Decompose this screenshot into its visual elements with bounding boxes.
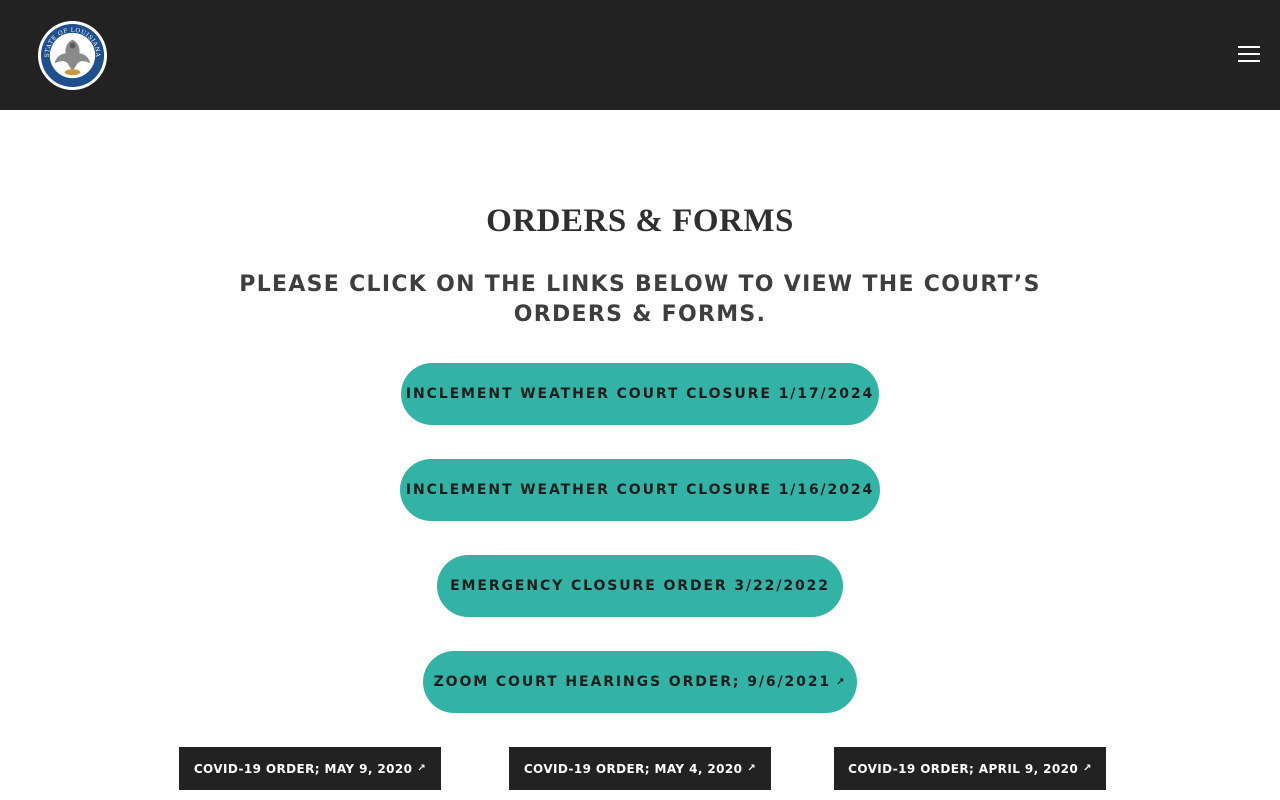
inclement-weather-closure-2024-01-17-link[interactable]: INCLEMENT WEATHER COURT CLOSURE 1/17/202… [401, 363, 879, 425]
covid-order-may-9-2020-link[interactable]: COVID-19 ORDER; MAY 9, 2020 ↗ [179, 747, 441, 790]
inclement-weather-closure-2024-01-16-link[interactable]: INCLEMENT WEATHER COURT CLOSURE 1/16/202… [400, 459, 880, 521]
external-link-icon: ↗ [747, 763, 757, 774]
menu-line [1238, 53, 1260, 55]
link-label: INCLEMENT WEATHER COURT CLOSURE 1/17/202… [405, 386, 875, 402]
page-title: ORDERS & FORMS [486, 203, 794, 239]
external-link-icon: ↗ [1083, 763, 1092, 774]
external-link-icon: ↗ [417, 763, 427, 774]
louisiana-seal-logo[interactable]: STATE OF LOUISIANA [37, 20, 108, 91]
zoom-court-hearings-order-link[interactable]: ZOOM COURT HEARINGS ORDER; 9/6/2021 ↗ [423, 651, 857, 713]
link-label: INCLEMENT WEATHER COURT CLOSURE 1/16/202… [405, 482, 875, 498]
covid-order-april-9-2020-link[interactable]: COVID-19 ORDER; APRIL 9, 2020 ↗ [834, 747, 1106, 790]
external-link-icon: ↗ [836, 676, 847, 688]
covid-order-may-4-2020-link[interactable]: COVID-19 ORDER; MAY 4, 2020 ↗ [509, 747, 771, 790]
emergency-closure-order-link[interactable]: EMERGENCY CLOSURE ORDER 3/22/2022 [437, 555, 843, 617]
link-label: COVID-19 ORDER; APRIL 9, 2020 [848, 761, 1079, 776]
link-label: COVID-19 ORDER; MAY 4, 2020 [523, 761, 743, 776]
page-subtitle: PLEASE CLICK ON THE LINKS BELOW TO VIEW … [239, 272, 1041, 327]
menu-line [1238, 60, 1260, 62]
hamburger-menu-icon[interactable] [1236, 45, 1260, 65]
menu-line [1238, 46, 1260, 48]
site-header: STATE OF LOUISIANA [0, 0, 1280, 110]
link-label: EMERGENCY CLOSURE ORDER 3/22/2022 [450, 578, 830, 594]
link-label: ZOOM COURT HEARINGS ORDER; 9/6/2021 [433, 674, 832, 690]
link-label: COVID-19 ORDER; MAY 9, 2020 [193, 761, 413, 776]
